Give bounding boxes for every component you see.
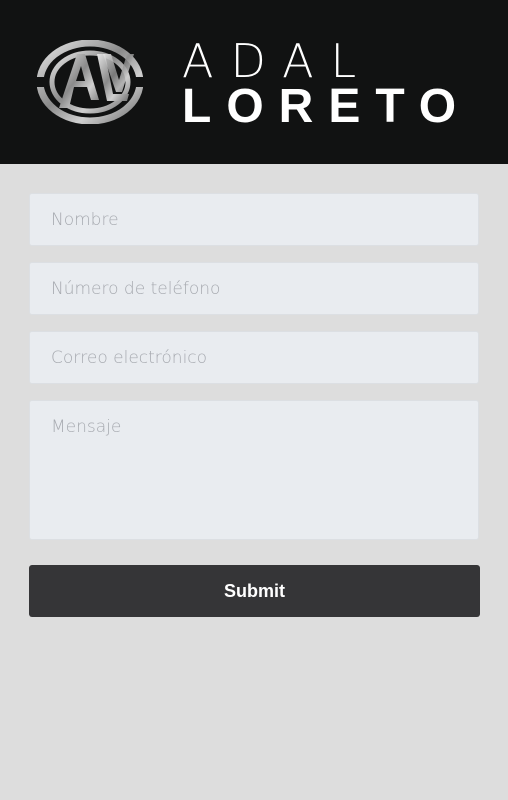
- message-textarea[interactable]: [29, 400, 479, 540]
- name-input[interactable]: [29, 193, 479, 246]
- al-monogram-logo-icon: [36, 39, 144, 125]
- site-header: ADAL LORETO: [0, 0, 508, 164]
- email-input[interactable]: [29, 331, 479, 384]
- phone-input[interactable]: [29, 262, 479, 315]
- contact-form: Submit: [29, 193, 480, 617]
- brand-name-first: ADAL: [182, 34, 374, 88]
- submit-button[interactable]: Submit: [29, 565, 480, 617]
- brand-name-last: LORETO: [182, 80, 472, 133]
